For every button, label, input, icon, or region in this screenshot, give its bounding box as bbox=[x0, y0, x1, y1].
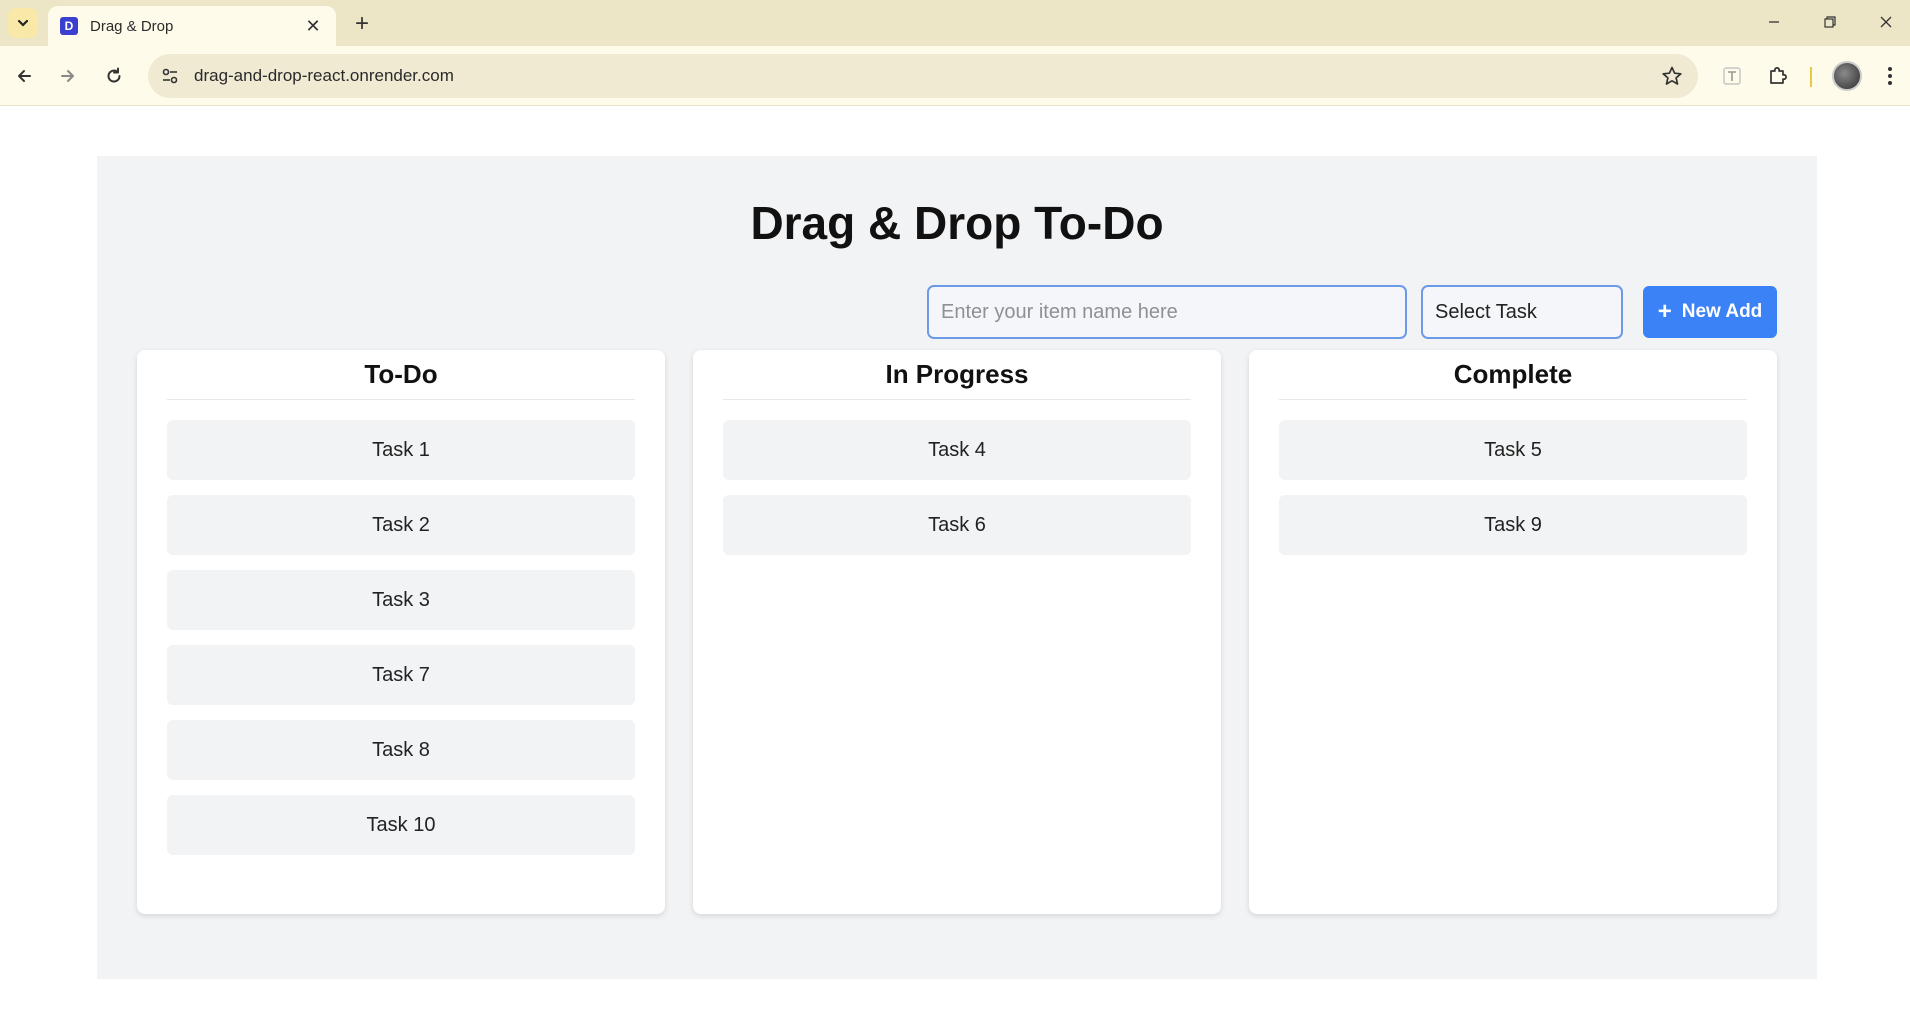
task-card[interactable]: Task 6 bbox=[723, 495, 1191, 555]
task-select[interactable]: Select Task bbox=[1421, 285, 1623, 339]
extensions-button[interactable] bbox=[1762, 60, 1794, 92]
task-card[interactable]: Task 10 bbox=[167, 795, 635, 855]
task-card[interactable]: Task 8 bbox=[167, 720, 635, 780]
translate-extension-button[interactable] bbox=[1716, 60, 1748, 92]
browser-menu-button[interactable] bbox=[1874, 60, 1906, 92]
browser-toolbar: drag-and-drop-react.onrender.com bbox=[0, 46, 1910, 106]
task-card[interactable]: Task 2 bbox=[167, 495, 635, 555]
back-button[interactable] bbox=[8, 60, 40, 92]
favicon-icon: D bbox=[60, 17, 78, 35]
column-title: Complete bbox=[1279, 350, 1747, 400]
todo-board: Drag & Drop To-Do Select Task + New Add … bbox=[97, 156, 1817, 979]
task-card[interactable]: Task 1 bbox=[167, 420, 635, 480]
star-icon bbox=[1662, 66, 1682, 85]
new-tab-button[interactable]: + bbox=[348, 10, 376, 38]
tune-icon bbox=[162, 68, 178, 84]
tab-search-button[interactable] bbox=[8, 8, 38, 38]
minimize-button[interactable] bbox=[1754, 8, 1794, 36]
column-complete[interactable]: Complete Task 5 Task 9 bbox=[1249, 350, 1777, 914]
item-name-input[interactable] bbox=[927, 285, 1407, 339]
tab-title: Drag & Drop bbox=[90, 17, 174, 35]
close-window-button[interactable] bbox=[1866, 8, 1906, 36]
url-text[interactable]: drag-and-drop-react.onrender.com bbox=[194, 66, 1652, 86]
translate-icon bbox=[1723, 67, 1741, 85]
bookmark-button[interactable] bbox=[1652, 56, 1692, 96]
kebab-menu-icon bbox=[1888, 67, 1892, 85]
minimize-icon bbox=[1769, 21, 1779, 23]
reload-button[interactable] bbox=[98, 60, 130, 92]
plus-icon: + bbox=[1657, 298, 1672, 325]
avatar[interactable] bbox=[1832, 61, 1862, 91]
reload-icon bbox=[107, 67, 121, 83]
task-card[interactable]: Task 5 bbox=[1279, 420, 1747, 480]
task-select-value: Select Task bbox=[1435, 300, 1537, 323]
page-title: Drag & Drop To-Do bbox=[750, 197, 1164, 249]
site-info-button[interactable] bbox=[150, 54, 190, 98]
task-card[interactable]: Task 9 bbox=[1279, 495, 1747, 555]
forward-button[interactable] bbox=[52, 60, 84, 92]
restore-icon bbox=[1824, 16, 1836, 28]
task-card[interactable]: Task 4 bbox=[723, 420, 1191, 480]
browser-tab-bar: D Drag & Drop ✕ + bbox=[0, 0, 1910, 46]
task-card[interactable]: Task 3 bbox=[167, 570, 635, 630]
toolbar-divider bbox=[1810, 67, 1812, 87]
puzzle-icon bbox=[1770, 67, 1787, 84]
new-add-label: New Add bbox=[1681, 301, 1763, 322]
column-title: To-Do bbox=[167, 350, 635, 400]
page-viewport: Drag & Drop To-Do Select Task + New Add … bbox=[0, 106, 1910, 1012]
browser-tab[interactable]: D Drag & Drop ✕ bbox=[48, 6, 336, 46]
back-arrow-icon bbox=[18, 70, 31, 82]
new-add-button[interactable]: + New Add bbox=[1643, 286, 1777, 338]
chevron-down-icon bbox=[17, 19, 29, 27]
close-icon bbox=[1880, 16, 1892, 28]
address-bar[interactable]: drag-and-drop-react.onrender.com bbox=[148, 54, 1698, 98]
restore-button[interactable] bbox=[1810, 8, 1850, 36]
column-todo[interactable]: To-Do Task 1 Task 2 Task 3 Task 7 Task 8… bbox=[137, 350, 665, 914]
forward-arrow-icon bbox=[61, 70, 74, 82]
close-icon[interactable]: ✕ bbox=[302, 16, 324, 37]
column-in-progress[interactable]: In Progress Task 4 Task 6 bbox=[693, 350, 1221, 914]
task-card[interactable]: Task 7 bbox=[167, 645, 635, 705]
column-title: In Progress bbox=[723, 350, 1191, 400]
